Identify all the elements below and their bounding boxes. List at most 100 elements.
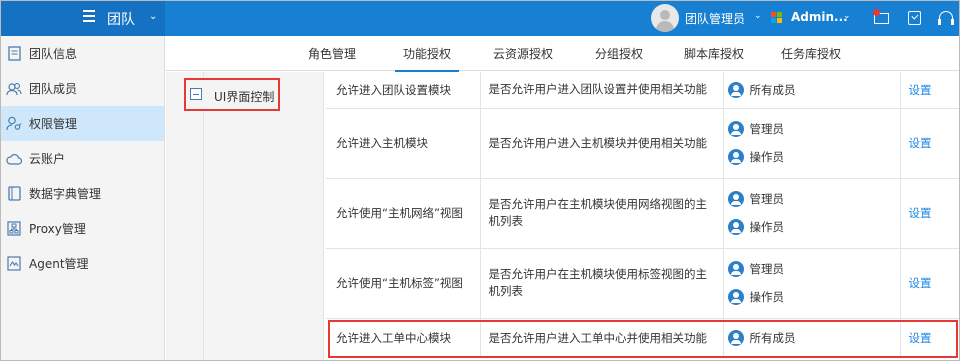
- sidebar-item-label: Agent管理: [29, 257, 89, 271]
- cloud-icon: [6, 151, 22, 167]
- permission-action: 设置: [900, 72, 959, 109]
- table-row: 允许使用“主机网络”视图 是否允许用户在主机模块使用网络视图的主机列表 管理员 …: [326, 178, 959, 249]
- app-window: 团队 ⌄ 团队管理员 ⌄ Admin... ⌄ 团队信息 团队成员 权限管理 云…: [0, 0, 960, 361]
- collapse-icon[interactable]: [190, 88, 202, 100]
- agent-icon: [6, 256, 22, 272]
- network-icon: [6, 221, 22, 237]
- user-key-icon: [6, 116, 22, 132]
- role-entry: 所有成员: [727, 76, 900, 104]
- table-row: 允许使用“主机标签”视图 是否允许用户在主机模块使用标签视图的主机列表 管理员 …: [326, 248, 959, 319]
- role-entry: 所有成员: [727, 324, 900, 352]
- sidebar-item-label: 云账户: [29, 152, 66, 166]
- permission-roles: 管理员 操作员: [723, 248, 901, 319]
- permission-roles: 管理员 操作员: [723, 178, 901, 249]
- headset-icon[interactable]: [937, 9, 955, 27]
- role-entry: 管理员: [727, 115, 900, 143]
- sidebar-item-label: Proxy管理: [29, 222, 86, 236]
- user-icon: [727, 121, 744, 137]
- role-label: 管理员: [749, 262, 785, 276]
- tree-node-ui-control[interactable]: UI界面控制: [184, 78, 280, 111]
- chevron-down-icon[interactable]: ⌄: [149, 11, 157, 22]
- permission-name: 允许进入团队设置模块: [326, 72, 481, 109]
- sidebar-item-agent[interactable]: Agent管理: [1, 246, 164, 281]
- tab-group-authorization[interactable]: 分组授权: [595, 36, 643, 71]
- permission-name: 允许使用“主机网络”视图: [326, 178, 481, 249]
- role-label: 所有成员: [749, 331, 796, 346]
- sidebar-item-label: 权限管理: [29, 117, 78, 131]
- sidebar-item-team-info[interactable]: 团队信息: [1, 36, 164, 71]
- permission-description: 是否允许用户在主机模块使用标签视图的主机列表: [480, 248, 724, 319]
- tree-guide-line: [203, 72, 204, 360]
- sidebar-item-label: 团队成员: [29, 82, 78, 96]
- permission-roles: 所有成员: [723, 72, 901, 109]
- sidebar-item-label: 数据字典管理: [29, 187, 102, 201]
- permission-description: 是否允许用户进入团队设置并使用相关功能: [480, 72, 724, 109]
- tab-cloud-resource-authorization[interactable]: 云资源授权: [493, 36, 553, 71]
- section-title[interactable]: 团队: [107, 9, 135, 29]
- user-icon: [727, 261, 744, 277]
- tab-task-library-authorization[interactable]: 任务库授权: [781, 36, 841, 71]
- permission-action: 设置: [900, 108, 959, 179]
- permission-roles: 管理员 操作员: [723, 108, 901, 179]
- user-icon: [727, 191, 744, 207]
- user-name[interactable]: 团队管理员: [685, 10, 745, 27]
- menu-icon[interactable]: [83, 10, 95, 24]
- role-entry: 管理员: [727, 255, 900, 283]
- role-label: 管理员: [749, 122, 785, 136]
- table-row: 允许进入工单中心模块 是否允许用户进入工单中心并使用相关功能 所有成员 设置: [326, 318, 959, 358]
- document-icon: [6, 46, 22, 62]
- settings-link[interactable]: 设置: [909, 276, 932, 290]
- task-check-icon[interactable]: [906, 9, 924, 27]
- tab-bar: 角色管理 功能授权 云资源授权 分组授权 脚本库授权 任务库授权: [166, 36, 959, 72]
- role-label: 操作员: [749, 290, 785, 304]
- role-label: 操作员: [749, 220, 785, 234]
- book-icon: [6, 186, 22, 202]
- table-row: 允许进入团队设置模块 是否允许用户进入团队设置并使用相关功能 所有成员 设置: [326, 72, 959, 109]
- permission-action: 设置: [900, 248, 959, 319]
- user-icon: [727, 330, 744, 347]
- users-icon: [6, 81, 22, 97]
- table-row: 允许进入主机模块 是否允许用户进入主机模块并使用相关功能 管理员 操作员 设置: [326, 108, 959, 179]
- permission-action: 设置: [900, 318, 959, 358]
- main-panel: 角色管理 功能授权 云资源授权 分组授权 脚本库授权 任务库授权 UI界面控制 …: [166, 36, 959, 360]
- tab-script-library-authorization[interactable]: 脚本库授权: [684, 36, 744, 71]
- sidebar-item-label: 团队信息: [29, 47, 78, 61]
- permission-description: 是否允许用户在主机模块使用网络视图的主机列表: [480, 178, 724, 249]
- user-icon: [727, 81, 744, 98]
- permission-description: 是否允许用户进入工单中心并使用相关功能: [480, 318, 724, 358]
- role-label: 管理员: [749, 192, 785, 206]
- brand-area: 团队 ⌄: [1, 1, 165, 36]
- feature-tree: UI界面控制: [166, 72, 324, 360]
- sidebar-item-cloud-account[interactable]: 云账户: [1, 141, 164, 176]
- notification-dot: [873, 9, 880, 16]
- permission-roles: 所有成员: [723, 318, 901, 358]
- avatar[interactable]: [651, 4, 679, 32]
- settings-link[interactable]: 设置: [909, 331, 932, 345]
- sidebar-item-permissions[interactable]: 权限管理: [1, 106, 164, 141]
- sidebar-item-team-members[interactable]: 团队成员: [1, 71, 164, 106]
- chevron-down-icon[interactable]: ⌄: [754, 11, 762, 21]
- account-name[interactable]: Admin...: [791, 10, 848, 24]
- sidebar-item-proxy[interactable]: Proxy管理: [1, 211, 164, 246]
- sidebar-item-data-dictionary[interactable]: 数据字典管理: [1, 176, 164, 211]
- microsoft-logo-icon: [771, 12, 783, 24]
- role-label: 操作员: [749, 150, 785, 164]
- sidebar: 团队信息 团队成员 权限管理 云账户 数据字典管理 Proxy管理 Agent管…: [1, 36, 165, 360]
- mail-icon[interactable]: [873, 9, 891, 27]
- permission-name: 允许进入主机模块: [326, 108, 481, 179]
- settings-link[interactable]: 设置: [909, 136, 932, 150]
- permission-content: UI界面控制 允许进入团队设置模块 是否允许用户进入团队设置并使用相关功能 所有…: [166, 72, 959, 360]
- tab-feature-authorization[interactable]: 功能授权: [394, 36, 460, 72]
- role-entry: 操作员: [727, 143, 900, 171]
- settings-link[interactable]: 设置: [909, 206, 932, 220]
- user-icon: [727, 289, 744, 305]
- chevron-down-icon[interactable]: ⌄: [843, 11, 851, 21]
- tab-role-management[interactable]: 角色管理: [308, 36, 356, 71]
- permission-description: 是否允许用户进入主机模块并使用相关功能: [480, 108, 724, 179]
- user-icon: [727, 219, 744, 235]
- permission-name: 允许使用“主机标签”视图: [326, 248, 481, 319]
- role-entry: 操作员: [727, 283, 900, 311]
- permission-table: 允许进入团队设置模块 是否允许用户进入团队设置并使用相关功能 所有成员 设置 允…: [326, 72, 959, 358]
- role-entry: 操作员: [727, 213, 900, 241]
- settings-link[interactable]: 设置: [909, 83, 932, 97]
